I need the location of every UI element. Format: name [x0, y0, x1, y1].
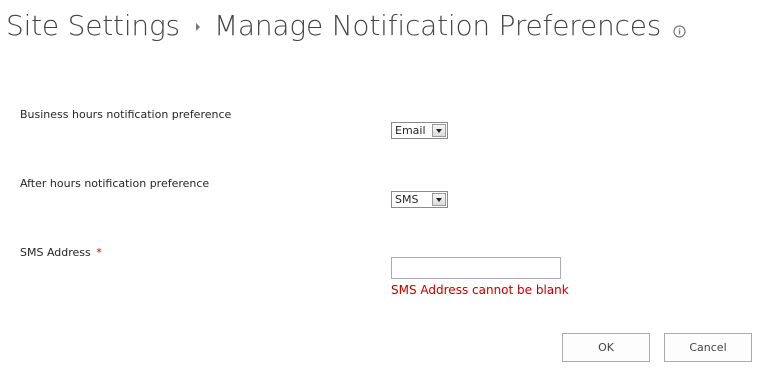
chevron-down-icon[interactable] [432, 124, 446, 137]
cancel-button[interactable]: Cancel [664, 333, 752, 362]
page-header: Site Settings Manage Notification Prefer… [6, 0, 686, 50]
business-hours-label: Business hours notification preference [20, 108, 232, 121]
sms-address-label: SMS Address * [20, 246, 102, 259]
sms-address-input[interactable] [391, 257, 561, 279]
chevron-right-icon [195, 23, 200, 31]
manage-notification-preferences-page: Site Settings Manage Notification Prefer… [0, 0, 765, 374]
business-hours-selected-value: Email [395, 124, 426, 137]
business-hours-select[interactable]: Email [391, 122, 448, 139]
after-hours-selected-value: SMS [395, 193, 419, 206]
chevron-down-icon[interactable] [432, 193, 446, 206]
after-hours-label: After hours notification preference [20, 177, 210, 190]
after-hours-select[interactable]: SMS [391, 191, 448, 208]
sms-address-label-text: SMS Address [20, 246, 91, 259]
info-icon[interactable] [673, 23, 686, 38]
sms-address-error-message: SMS Address cannot be blank [391, 283, 569, 297]
ok-button[interactable]: OK [562, 333, 650, 362]
required-marker: * [96, 246, 102, 259]
breadcrumb-site-settings-link[interactable]: Site Settings [6, 9, 180, 42]
page-title: Manage Notification Preferences [213, 8, 662, 42]
